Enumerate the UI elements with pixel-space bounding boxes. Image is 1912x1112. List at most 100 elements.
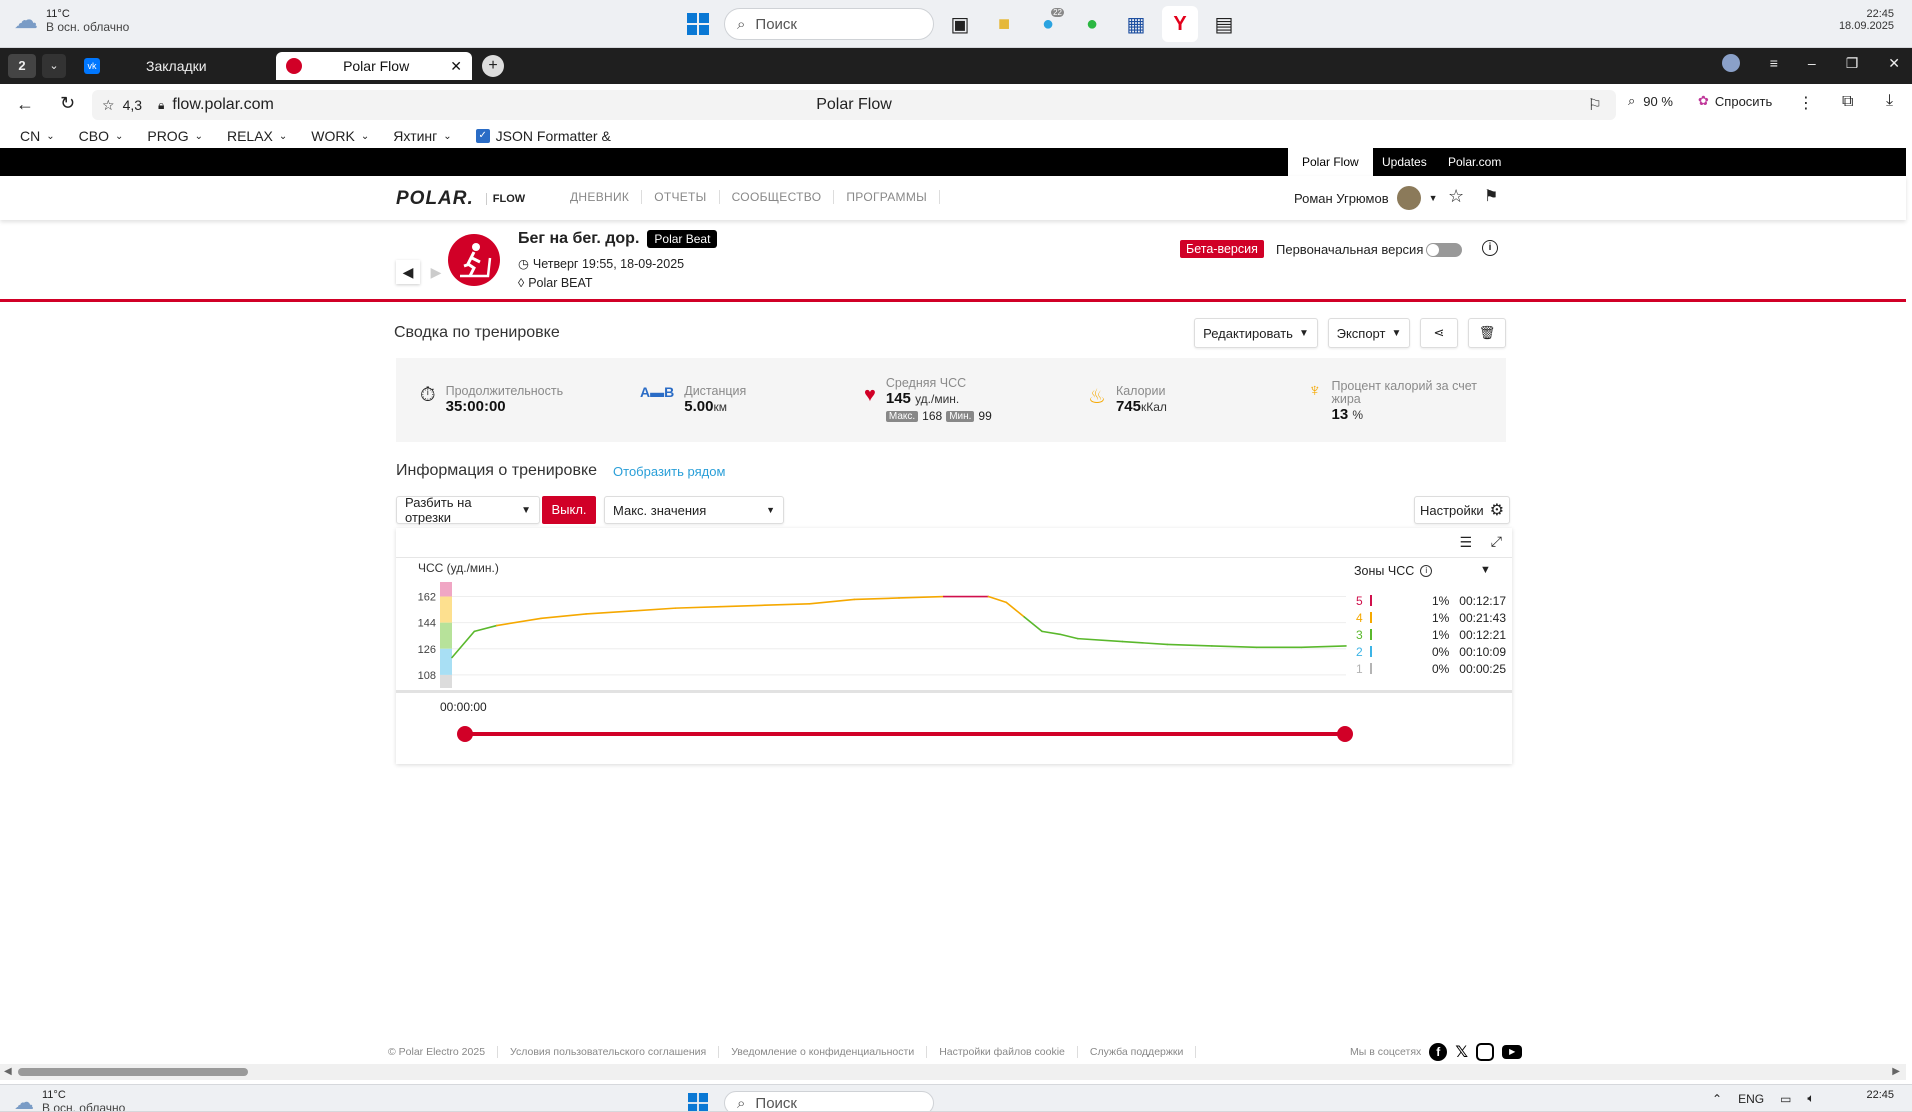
clock-bottom[interactable]: 22:45	[1866, 1089, 1894, 1101]
bookmark-label: CN	[20, 128, 41, 144]
hr-line-segment	[495, 617, 543, 627]
edit-button[interactable]: Редактировать ▼	[1194, 318, 1318, 348]
max-values-dropdown[interactable]: Макс. значения ▼	[604, 496, 784, 524]
profile-icon[interactable]	[1721, 54, 1740, 72]
side-by-side-link[interactable]: Отобразить рядом	[613, 464, 725, 479]
split-label: Разбить на отрезки	[405, 495, 472, 525]
range-end-handle[interactable]	[1337, 726, 1353, 742]
start-icon[interactable]	[680, 6, 716, 42]
device-badge: Polar Beat	[647, 230, 718, 248]
start-icon[interactable]	[680, 1092, 716, 1111]
caret-down-icon[interactable]: ▼	[1480, 564, 1491, 576]
url-field[interactable]: ☆ 4,3 🔒︎ flow.polar.com Polar Flow ⚐	[92, 90, 1616, 120]
filter-sliders-icon[interactable]: ☰	[1459, 534, 1472, 551]
bookmark-icon[interactable]: ⚐	[1588, 95, 1602, 115]
zoom-control[interactable]: ⌕ 90 %	[1628, 93, 1673, 109]
bookmark-folder[interactable]: PROG ⌄	[147, 128, 203, 144]
y-tick-label: 144	[418, 618, 436, 630]
version-toggle[interactable]	[1426, 243, 1462, 257]
scroll-left-icon[interactable]: ◀	[4, 1066, 12, 1077]
facebook-icon[interactable]: f	[1429, 1043, 1448, 1061]
split-off-button[interactable]: Выкл.	[542, 496, 596, 524]
nav-community[interactable]: СООБЩЕСТВО	[720, 190, 835, 204]
link-updates[interactable]: Updates	[1368, 148, 1441, 176]
youtube-icon[interactable]: ▶	[1502, 1045, 1523, 1059]
scrollbar-thumb[interactable]	[18, 1068, 248, 1076]
nav-reports[interactable]: ОТЧЕТЫ	[642, 190, 720, 204]
logo-text: POLAR.	[396, 188, 474, 209]
reload-icon[interactable]: ↻	[60, 93, 75, 114]
next-session-button[interactable]: ▶	[424, 260, 448, 284]
download-icon[interactable]: ⤓	[1886, 92, 1893, 110]
horizontal-scrollbar[interactable]: ◀ ▶	[0, 1064, 1906, 1080]
chevron-down-icon[interactable]: ⌄	[42, 54, 66, 78]
polar-favicon-icon	[286, 58, 302, 74]
bookmark-folder[interactable]: Яхтинг ⌄	[393, 128, 451, 144]
footer-privacy-link[interactable]: Уведомление о конфиденциальности	[719, 1046, 928, 1058]
notifications-icon[interactable]: ⚑	[1484, 186, 1498, 206]
link-polar-flow[interactable]: Polar Flow	[1288, 148, 1373, 176]
tab-bookmarks[interactable]: vk Закладки	[84, 52, 264, 80]
hr-value: 145	[885, 390, 911, 407]
close-icon[interactable]: ✕	[450, 58, 462, 75]
nav-programs[interactable]: ПРОГРАММЫ	[834, 190, 941, 204]
bookmark-json-formatter[interactable]: ✓ JSON Formatter &	[475, 128, 611, 144]
bookmark-folder[interactable]: RELAX ⌄	[227, 128, 287, 144]
share-button[interactable]: ⋖	[1420, 318, 1458, 348]
bookmark-folder[interactable]: CN ⌄	[20, 128, 55, 144]
prev-session-button[interactable]: ◀	[396, 260, 420, 284]
export-button[interactable]: Экспорт ▼	[1328, 318, 1410, 348]
instagram-icon[interactable]	[1476, 1043, 1495, 1061]
folder-icon[interactable]: ■	[986, 6, 1022, 42]
telegram-icon[interactable]: ● 22	[1030, 6, 1066, 42]
weather-widget[interactable]: ☁ 11°C В осн. облачно	[14, 6, 129, 35]
split-dropdown[interactable]: Разбить на отрезки ▼	[396, 495, 540, 525]
task-view-icon[interactable]: ▣	[942, 6, 978, 42]
favorites-star-icon[interactable]: ☆	[1448, 186, 1464, 207]
minimize-icon[interactable]: –	[1808, 55, 1816, 71]
user-menu[interactable]: Роман Угрюмов ▼	[1294, 186, 1438, 210]
bookmark-folder[interactable]: WORK ⌄	[311, 128, 369, 144]
polar-logo[interactable]: POLAR. FLOW	[396, 188, 525, 210]
zone-marker	[1369, 612, 1372, 623]
footer-terms-link[interactable]: Условия пользовательского соглашения	[498, 1046, 720, 1058]
delete-button[interactable]: 🗑︎	[1468, 318, 1506, 348]
settings-button[interactable]: Настройки ⚙	[1414, 496, 1510, 524]
range-start-handle[interactable]	[457, 726, 473, 742]
x-icon[interactable]: 𝕏	[1455, 1042, 1468, 1062]
network-icon[interactable]: ▭	[1780, 1092, 1791, 1106]
close-window-icon[interactable]: ✕	[1888, 55, 1900, 72]
scroll-right-icon[interactable]: ▶	[1892, 1066, 1900, 1077]
yandex-browser-icon[interactable]: Y	[1162, 6, 1198, 42]
whatsapp-icon[interactable]: ●	[1074, 6, 1110, 42]
caret-down-icon: ▼	[521, 504, 531, 516]
footer-support-link[interactable]: Служба поддержки	[1078, 1046, 1197, 1058]
new-tab-button[interactable]: +	[482, 55, 504, 77]
link-polar-com[interactable]: Polar.com	[1434, 148, 1515, 176]
tab-polar-flow[interactable]: Polar Flow ✕	[276, 52, 472, 80]
chevron-up-icon[interactable]: ⌃	[1712, 1092, 1722, 1106]
info-icon[interactable]: i	[1420, 565, 1433, 577]
bookmark-folder[interactable]: CBO ⌄	[79, 128, 124, 144]
zone-percent: 1%	[1431, 593, 1450, 608]
taskbar-search[interactable]: ⌕ Поиск	[724, 8, 934, 40]
app-icon[interactable]: ▦	[1118, 6, 1154, 42]
volume-icon[interactable]: 🔈︎	[1807, 1091, 1814, 1106]
tab-count[interactable]: 2	[8, 54, 36, 78]
calculator-icon[interactable]: ▤	[1206, 6, 1242, 42]
footer-cookies-link[interactable]: Настройки файлов cookie	[927, 1046, 1078, 1058]
weather-widget-bottom[interactable]: ☁ 11°C В осн. облачно	[14, 1089, 125, 1111]
cloud-sun-icon: ☁	[14, 7, 38, 34]
more-icon[interactable]: ⋮	[1798, 93, 1814, 113]
clock[interactable]: 22:45 18.09.2025	[1839, 8, 1894, 32]
back-icon[interactable]: ←	[16, 94, 34, 115]
restore-icon[interactable]: ❐	[1846, 55, 1859, 72]
nav-diary[interactable]: ДНЕВНИК	[558, 190, 643, 204]
expand-icon[interactable]: ⤢	[1491, 533, 1502, 550]
lang-indicator[interactable]: ENG	[1738, 1092, 1764, 1106]
ask-button[interactable]: ✿ Спросить	[1698, 93, 1772, 109]
menu-icon[interactable]: ≡	[1770, 55, 1778, 71]
info-icon[interactable]: i	[1482, 240, 1498, 256]
taskbar-search[interactable]: ⌕ Поиск	[724, 1091, 934, 1111]
extensions-icon[interactable]: ⧉	[1842, 93, 1853, 111]
